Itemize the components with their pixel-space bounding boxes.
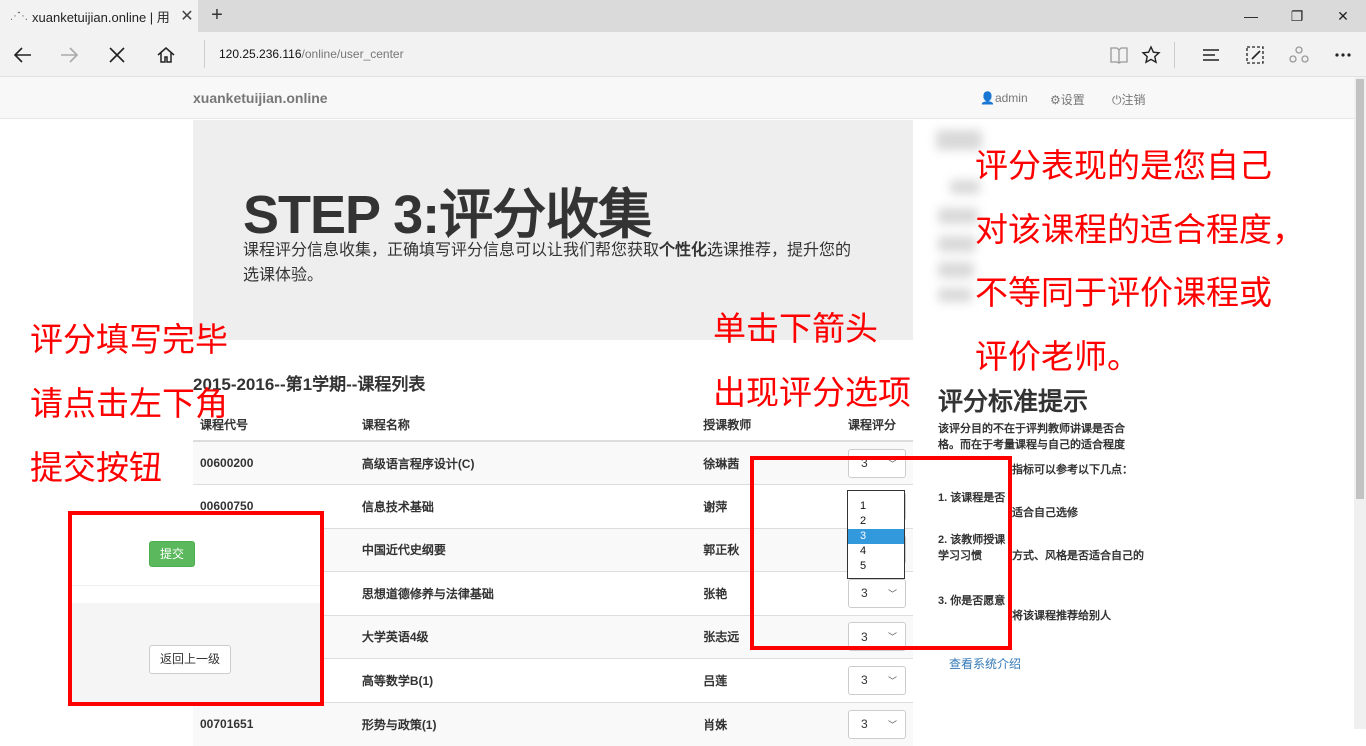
score-select[interactable]: 3﹀	[848, 665, 906, 695]
nav-user-label: admin	[994, 91, 1028, 105]
annotation-text: 对该课程的适合程度，	[975, 210, 1305, 249]
annotation-text: 评分填写完毕	[30, 320, 228, 359]
course-name: 思想道德修养与法律基础	[354, 571, 697, 615]
reading-view-icon[interactable]	[1102, 38, 1136, 72]
course-teacher: 肖姝	[696, 701, 841, 746]
address-host: 120.25.236.116	[219, 47, 302, 61]
course-name: 中国近代史纲要	[354, 527, 697, 572]
annotation-text: 单击下箭头	[713, 309, 878, 348]
annotation-text: 请点击左下角	[30, 384, 228, 423]
gear-icon: ⚙	[1050, 93, 1061, 107]
course-name: 高等数学B(1)	[354, 658, 697, 702]
minimize-button[interactable]: —	[1228, 0, 1274, 32]
nav-logout-label: 注销	[1121, 93, 1146, 107]
chevron-down-icon: ﹀	[887, 675, 897, 686]
annotation-box-dropdown	[750, 456, 1012, 650]
back-arrow-icon[interactable]	[6, 38, 40, 72]
annotation-text: 评价老师。	[975, 337, 1140, 376]
course-code: 00600200	[193, 440, 355, 485]
scrollbar-thumb[interactable]	[1356, 79, 1364, 499]
restore-button[interactable]: ❐	[1274, 0, 1320, 32]
site-header: xuanketuijian.online 👤admin ⚙设置 ⏻注销	[0, 77, 1354, 119]
col-header-name: 课程名称	[354, 408, 697, 442]
rating-point: 适合自己选修	[1012, 507, 1078, 519]
power-icon: ⏻	[1112, 93, 1122, 107]
course-name: 形势与政策(1)	[354, 701, 697, 746]
new-tab-button[interactable]: +	[205, 4, 229, 27]
more-menu-icon[interactable]	[1326, 38, 1360, 72]
window-close-button[interactable]: ✕	[1320, 0, 1366, 32]
hub-icon[interactable]	[1194, 38, 1228, 72]
browser-tab[interactable]: ⋰⋱ xuanketuijian.online | 用 ✕	[0, 0, 198, 32]
table-row: 00701651 形势与政策(1) 肖姝 3 ﹀	[193, 701, 913, 746]
annotation-text: 提交按钮	[30, 448, 162, 487]
loading-spinner-icon: ⋰⋱	[10, 10, 28, 22]
annotation-box-submit	[68, 511, 324, 706]
score-cell: 3﹀	[841, 701, 913, 746]
favorite-star-icon[interactable]	[1134, 38, 1168, 72]
course-name: 高级语言程序设计(C)	[354, 440, 697, 485]
blurred-content	[938, 262, 974, 278]
nav-user[interactable]: 👤admin	[980, 91, 1028, 105]
rating-guide-intro: 格。而在于考量课程与自己的适合程度	[938, 439, 1125, 451]
score-select[interactable]: 3﹀	[848, 709, 906, 739]
address-bar[interactable]: 120.25.236.116/online/user_center	[204, 40, 404, 68]
annotation-text: 不等同于评价课程或	[975, 273, 1272, 312]
blurred-content	[938, 208, 978, 224]
rating-point: 将该课程推荐给别人	[1012, 610, 1111, 622]
nav-logout[interactable]: ⏻注销	[1112, 91, 1146, 108]
course-code: 00701651	[193, 701, 355, 746]
rating-point: 方式、风格是否适合自己的	[1012, 550, 1144, 562]
tab-title: xuanketuijian.online | 用	[32, 9, 170, 25]
tab-close-icon[interactable]: ✕	[176, 6, 198, 26]
rating-guide-intro: 该评分目的不在于评判教师讲课是否合	[938, 423, 1125, 435]
course-teacher: 吕莲	[696, 658, 841, 702]
score-cell: 3﹀	[841, 658, 913, 702]
user-icon: 👤	[980, 91, 995, 105]
browser-navbar: 120.25.236.116/online/user_center	[0, 32, 1366, 77]
stop-loading-icon[interactable]	[100, 38, 134, 72]
course-name: 信息技术基础	[354, 484, 697, 528]
share-icon[interactable]	[1282, 38, 1316, 72]
toolbar-divider	[1174, 42, 1175, 68]
page-description: 课程评分信息收集，正确填写评分信息可以让我们帮您获取个性化选课推荐，提升您的选课…	[243, 242, 852, 284]
blurred-content	[938, 236, 976, 252]
nav-settings-label: 设置	[1060, 93, 1085, 107]
course-name: 大学英语4级	[354, 614, 697, 659]
address-path: /online/user_center	[301, 47, 404, 61]
annotation-text: 出现评分选项	[713, 373, 911, 412]
rating-guide-heading: 评分标准提示	[938, 388, 1089, 416]
web-note-icon[interactable]	[1238, 38, 1272, 72]
system-intro-link[interactable]: 查看系统介绍	[949, 655, 1021, 672]
nav-settings[interactable]: ⚙设置	[1050, 91, 1085, 108]
rating-guide-intro: 指标可以参考以下几点：	[1012, 464, 1133, 476]
browser-tabstrip: ⋰⋱ xuanketuijian.online | 用 ✕ + — ❐ ✕	[0, 0, 1366, 32]
forward-arrow-icon[interactable]	[52, 38, 86, 72]
annotation-text: 评分表现的是您自己	[975, 146, 1272, 185]
home-icon[interactable]	[149, 38, 183, 72]
site-brand[interactable]: xuanketuijian.online	[193, 90, 328, 106]
blurred-content	[938, 288, 972, 302]
